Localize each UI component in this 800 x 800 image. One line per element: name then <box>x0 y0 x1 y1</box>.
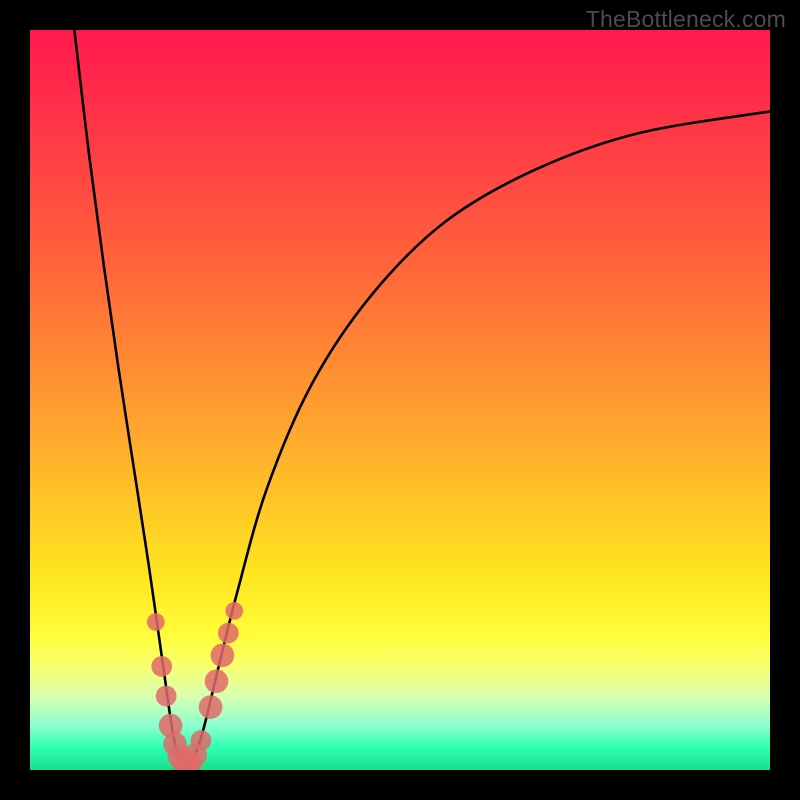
marker-dot <box>199 695 223 719</box>
marker-dot <box>205 669 229 693</box>
marker-dot <box>218 623 239 644</box>
marker-dot <box>211 643 235 667</box>
bottleneck-curve <box>74 30 770 770</box>
marker-dot <box>191 730 212 751</box>
curve-layer <box>30 30 770 770</box>
plot-area <box>30 30 770 770</box>
marker-dot <box>156 686 177 707</box>
marker-dot <box>225 602 243 620</box>
marker-dot <box>151 656 172 677</box>
marker-cluster <box>147 602 243 770</box>
marker-dot <box>147 613 165 631</box>
chart-frame: TheBottleneck.com <box>0 0 800 800</box>
watermark-text: TheBottleneck.com <box>586 6 786 33</box>
